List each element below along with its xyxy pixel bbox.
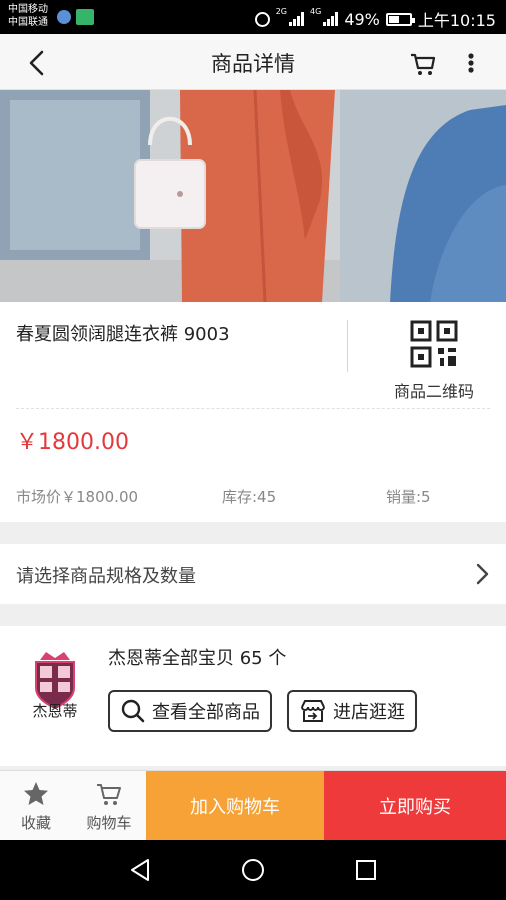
search-icon [121,699,145,723]
product-image[interactable] [0,90,506,302]
market-price: 市场价￥1800.00 [16,488,139,506]
store-section: 杰恩蒂 杰恩蒂全部宝贝 65 个 查看全部商品 进店逛逛 [0,626,506,766]
chevron-right-icon [476,563,489,585]
alarm-icon [254,11,270,27]
buy-now-button[interactable]: 立即购买 [324,771,506,841]
store-icon [301,700,325,722]
store-summary: 杰恩蒂全部宝贝 65 个 [108,648,287,669]
view-all-products-label: 查看全部商品 [152,702,260,723]
more-vertical-icon[interactable] [460,48,482,78]
spec-selector-label: 请选择商品规格及数量 [16,566,196,587]
system-navigation-bar [0,840,506,900]
carrier-info: 中国移动 中国联通 [8,3,48,29]
network-type-1: 2G [275,7,288,16]
status-right: 2G 4G 49% 上午10:15 [254,7,496,31]
divider [347,320,348,372]
signal-icon-2 [323,12,339,26]
visit-store-button[interactable]: 进店逛逛 [287,690,417,732]
qr-code-icon[interactable] [410,320,458,368]
header-bar: 商品详情 [0,34,506,90]
cart-label: 购物车 [86,813,132,832]
status-bar: 中国移动 中国联通 2G 4G 49% 上午10:15 [0,0,506,34]
star-icon [24,781,48,805]
system-home-icon[interactable] [239,856,267,884]
notification-app-icon-2 [76,9,94,25]
battery-icon [385,12,415,26]
notification-app-icon [57,10,71,24]
cart-icon [97,783,121,805]
carrier-1: 中国移动 [8,4,48,15]
cart-icon[interactable] [408,48,438,78]
system-back-icon[interactable] [126,856,154,884]
carrier-2: 中国联通 [8,17,48,28]
favorite-label: 收藏 [20,813,51,832]
store-logo-text: 杰恩蒂 [32,702,78,720]
system-recents-icon[interactable] [352,856,380,884]
bottom-action-bar: 收藏 购物车 加入购物车 立即购买 [0,770,506,841]
add-to-cart-button[interactable]: 加入购物车 [146,771,324,841]
visit-store-label: 进店逛逛 [333,702,405,723]
product-title: 春夏圆领阔腿连衣裤 9003 [16,324,230,345]
stock-count: 库存:45 [222,488,277,506]
network-type-2: 4G [310,7,322,16]
product-info-card: 春夏圆领阔腿连衣裤 9003 商品二维码 ￥1800.00 市场价￥1800.0… [0,302,506,522]
qr-code-label[interactable]: 商品二维码 [380,378,488,402]
dashed-divider [16,408,490,409]
cart-button[interactable]: 购物车 [72,771,146,841]
battery-percent: 49% [344,9,380,29]
view-all-products-button[interactable]: 查看全部商品 [108,690,272,732]
sales-count: 销量:5 [386,488,431,506]
spec-selector-row[interactable]: 请选择商品规格及数量 [0,544,506,604]
product-price: ￥1800.00 [16,430,129,455]
favorite-button[interactable]: 收藏 [0,771,72,841]
product-photo-illustration [0,90,506,302]
signal-icon [289,12,305,26]
clock: 上午10:15 [417,11,496,30]
